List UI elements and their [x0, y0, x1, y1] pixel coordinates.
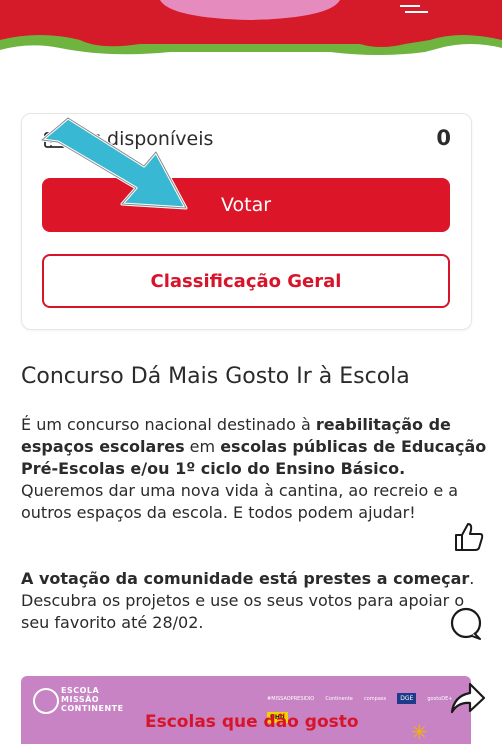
brand-line: MISSÃO: [61, 695, 100, 704]
share-icon[interactable]: [448, 680, 488, 716]
intro-paragraph: É um concurso nacional destinado à reabi…: [21, 414, 491, 524]
available-votes-count: 0: [436, 126, 451, 150]
brand-line: ESCOLA: [61, 686, 100, 695]
comment-icon[interactable]: [446, 604, 486, 644]
banner-title: Escolas que dão gosto: [145, 712, 359, 732]
ranking-button-label: Classificação Geral: [150, 270, 342, 292]
page-title: Concurso Dá Mais Gosto Ir à Escola: [21, 364, 410, 389]
intro-text-3: Queremos dar uma nova vida à cantina, ao…: [21, 481, 459, 522]
intro-text-2: em: [184, 437, 221, 456]
banner-brand: ESCOLA MISSÃO CONTINENTE: [61, 686, 124, 713]
sponsor-logo: #MISSAOPRESIDIO: [267, 695, 315, 702]
arrow-pointer-icon: [40, 116, 188, 210]
vote-button-label: Votar: [220, 194, 272, 216]
voting-highlight: A votação da comunidade está prestes a c…: [21, 569, 470, 588]
brand-line: CONTINENTE: [61, 704, 124, 713]
hero-banner: [0, 0, 502, 70]
star-icon: ✳: [411, 720, 428, 744]
voting-paragraph: A votação da comunidade está prestes a c…: [21, 568, 491, 634]
logo-icon: [33, 688, 59, 714]
like-icon[interactable]: [452, 520, 486, 554]
sponsor-logo: compass: [363, 695, 387, 702]
ranking-button[interactable]: Classificação Geral: [42, 254, 450, 308]
intro-text: É um concurso nacional destinado à: [21, 415, 316, 434]
sponsor-logo: Continente: [325, 695, 353, 702]
sponsor-logo: DGE: [397, 693, 417, 704]
promo-banner[interactable]: ESCOLA MISSÃO CONTINENTE #MISSAOPRESIDIO…: [21, 676, 471, 744]
